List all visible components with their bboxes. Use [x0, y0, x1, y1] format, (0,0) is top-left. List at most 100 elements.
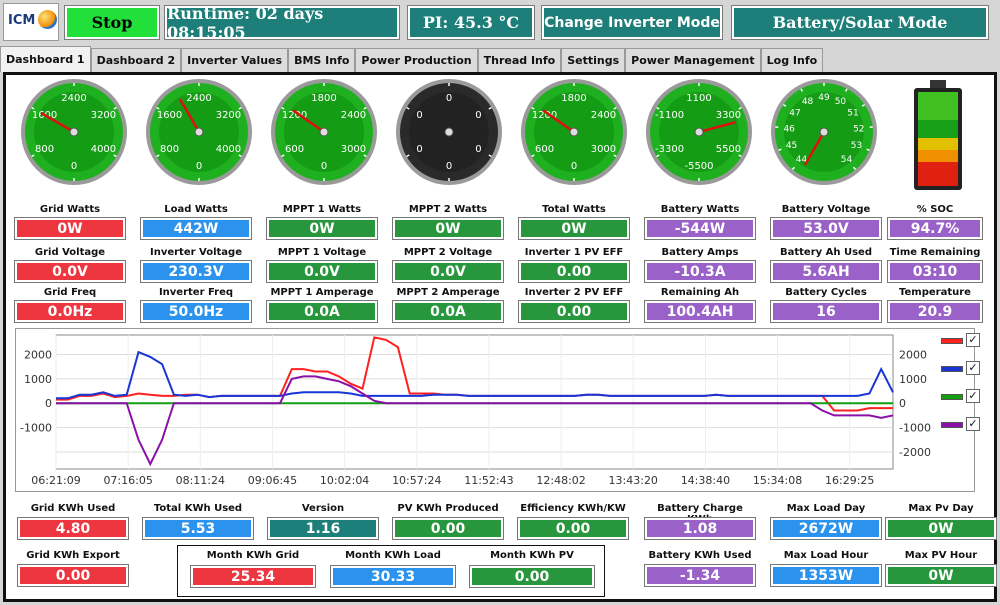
metric-label: Battery Voltage: [781, 204, 871, 215]
metric-value: 0.0V: [14, 260, 126, 283]
gauge-tick-label: 2400: [186, 93, 211, 104]
gauge-tick-label: 0: [71, 161, 77, 172]
legend-checkbox[interactable]: ✓: [966, 333, 980, 347]
legend-item[interactable]: ✓: [941, 333, 981, 349]
metric-value: 0W: [266, 217, 378, 240]
tab-power-management[interactable]: Power Management: [625, 48, 761, 72]
tab-power-production[interactable]: Power Production: [355, 48, 478, 72]
gauge-tick-label: 52: [853, 124, 864, 134]
x-tick-label: 10:02:04: [320, 474, 369, 487]
inverter-mode-display: Battery/Solar Mode: [731, 5, 989, 40]
legend-swatch: [941, 338, 963, 344]
legend-swatch: [941, 422, 963, 428]
stat-label: Max PV Hour: [904, 550, 978, 561]
metric-value: 0.00: [518, 300, 630, 323]
gauge-tick-label: -1100: [655, 110, 684, 121]
metric-value: 0.0Hz: [14, 300, 126, 323]
x-tick-label: 14:38:40: [681, 474, 730, 487]
mppt2-watts-gauge: 0 0 0 0 0 0: [396, 79, 502, 185]
tab-inverter-values[interactable]: Inverter Values: [181, 48, 289, 72]
stat-value: 1.16: [267, 517, 379, 540]
grid-export-label: Grid KWh Export: [26, 550, 120, 561]
stat-value: -1.34: [644, 564, 756, 587]
legend-item[interactable]: ✓: [941, 417, 981, 433]
metric-label: MPPT 2 Voltage: [403, 247, 493, 258]
metric-label: Grid Freq: [43, 287, 97, 298]
y-right-tick-label: -2000: [899, 446, 931, 459]
metric-value: 5.6AH: [770, 260, 882, 283]
gauge-tick-label: 2400: [61, 93, 86, 104]
tab-dashboard-2[interactable]: Dashboard 2: [90, 48, 182, 72]
gauge-tick-label: 600: [535, 144, 554, 155]
month-stat-label: Month KWh PV: [490, 550, 574, 561]
metric-label: Inverter 2 PV EFF: [524, 287, 624, 298]
stop-button[interactable]: Stop: [64, 5, 160, 40]
metric-label: Total Watts: [542, 204, 606, 215]
y-tick-label: 0: [45, 397, 52, 410]
tab-bms-info[interactable]: BMS Info: [288, 48, 356, 72]
gauge-tick-label: 1100: [686, 93, 711, 104]
legend-checkbox[interactable]: ✓: [966, 389, 980, 403]
metric-label: Inverter Voltage: [149, 247, 242, 258]
gauge-tick-label: 2400: [591, 110, 616, 121]
tab-bar: Dashboard 1 Dashboard 2 Inverter Values …: [0, 46, 824, 72]
gauge-tick-label: 54: [841, 155, 853, 165]
change-inverter-mode-button[interactable]: Change Inverter Mode: [541, 5, 723, 40]
gauge-tick-label: 1800: [561, 93, 586, 104]
legend-checkbox[interactable]: ✓: [966, 417, 980, 431]
stat-label: PV KWh Produced: [397, 503, 499, 514]
x-tick-label: 06:21:09: [31, 474, 80, 487]
y-tick-label: 1000: [24, 373, 52, 386]
gauge-tick-label: 51: [847, 108, 858, 118]
gauge-tick-label: 3200: [91, 110, 116, 121]
gauge-tick-label: 47: [789, 108, 800, 118]
battery-watts-gauge: -3300 -11001100 3300 5500-5500: [646, 79, 752, 185]
gauge-tick-label: 3000: [591, 144, 616, 155]
metric-label: Inverter 1 PV EFF: [524, 247, 624, 258]
tab-log-info[interactable]: Log Info: [760, 48, 824, 72]
stat-value: 0.00: [392, 517, 504, 540]
legend-item[interactable]: ✓: [941, 361, 981, 377]
gauge-tick-label: 0: [571, 161, 577, 172]
gauge-tick-label: 0: [446, 93, 452, 104]
x-tick-label: 12:48:02: [536, 474, 585, 487]
month-stat-label: Month KWh Grid: [206, 550, 300, 561]
metric-label: Battery Watts: [660, 204, 740, 215]
mppt1-watts-gauge: 60012001800240030000: [271, 79, 377, 185]
tab-thread-info[interactable]: Thread Info: [477, 48, 562, 72]
y-right-tick-label: 0: [899, 397, 906, 410]
legend-item[interactable]: ✓: [941, 389, 981, 405]
tab-settings[interactable]: Settings: [561, 48, 626, 72]
gauge-tick-label: 1800: [311, 93, 336, 104]
metric-value: 0.0A: [266, 300, 378, 323]
metric-label: Remaining Ah: [660, 287, 740, 298]
globe-icon: [38, 10, 57, 29]
metric-label: Grid Watts: [39, 204, 101, 215]
metric-label: % SOC: [916, 204, 954, 215]
tab-dashboard-1[interactable]: Dashboard 1: [0, 46, 91, 72]
gauge-tick-label: 0: [416, 110, 422, 121]
gauge-tick-label: 4000: [91, 144, 116, 155]
gauge-tick-label: 46: [783, 124, 795, 134]
stat-label: Total KWh Used: [153, 503, 243, 514]
month-stat-value: 25.34: [190, 565, 316, 588]
metric-value: 03:10: [887, 260, 983, 283]
metric-value: 16: [770, 300, 882, 323]
y-right-tick-label: -1000: [899, 422, 931, 435]
top-bar: ICM Stop Runtime: 02 days 08:15:05 PI: 4…: [0, 0, 1000, 46]
gauge-tick-label: 600: [285, 144, 304, 155]
month-stat-label: Month KWh Load: [345, 550, 441, 561]
stat-value: 5.53: [142, 517, 254, 540]
x-tick-label: 09:06:45: [248, 474, 297, 487]
stat-label: Max Load Day: [786, 503, 866, 514]
stat-value: 1353W: [770, 564, 882, 587]
metric-value: 0.0V: [266, 260, 378, 283]
gauge-tick-label: 2400: [341, 110, 366, 121]
gauge-tick-label: 1600: [157, 110, 182, 121]
y-tick-label: 2000: [24, 348, 52, 361]
legend-checkbox[interactable]: ✓: [966, 361, 980, 375]
power-chart-svg: 2000 1000 0 -1000 2000 1000 0 -1000 -2000 06:21:0…: [20, 334, 931, 487]
gauge-tick-label: 800: [35, 144, 54, 155]
metric-value: 0.0A: [392, 300, 504, 323]
metric-value: 20.9: [887, 300, 983, 323]
